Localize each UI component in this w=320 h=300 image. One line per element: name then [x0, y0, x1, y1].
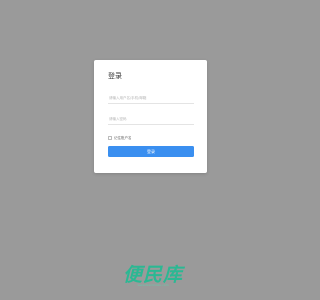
- remember-checkbox[interactable]: [108, 136, 112, 140]
- remember-row[interactable]: 记住账户名: [108, 134, 195, 142]
- login-button[interactable]: 登录: [108, 146, 194, 157]
- login-card: 登录 记住账户名 登录: [94, 60, 207, 173]
- watermark: 便民库 www.bianminku.com: [118, 265, 188, 287]
- login-title: 登录: [108, 72, 122, 80]
- watermark-logo: 便民库: [122, 264, 183, 286]
- remember-label: 记住账户名: [114, 135, 132, 140]
- password-input[interactable]: [108, 113, 194, 125]
- username-input[interactable]: [108, 92, 194, 104]
